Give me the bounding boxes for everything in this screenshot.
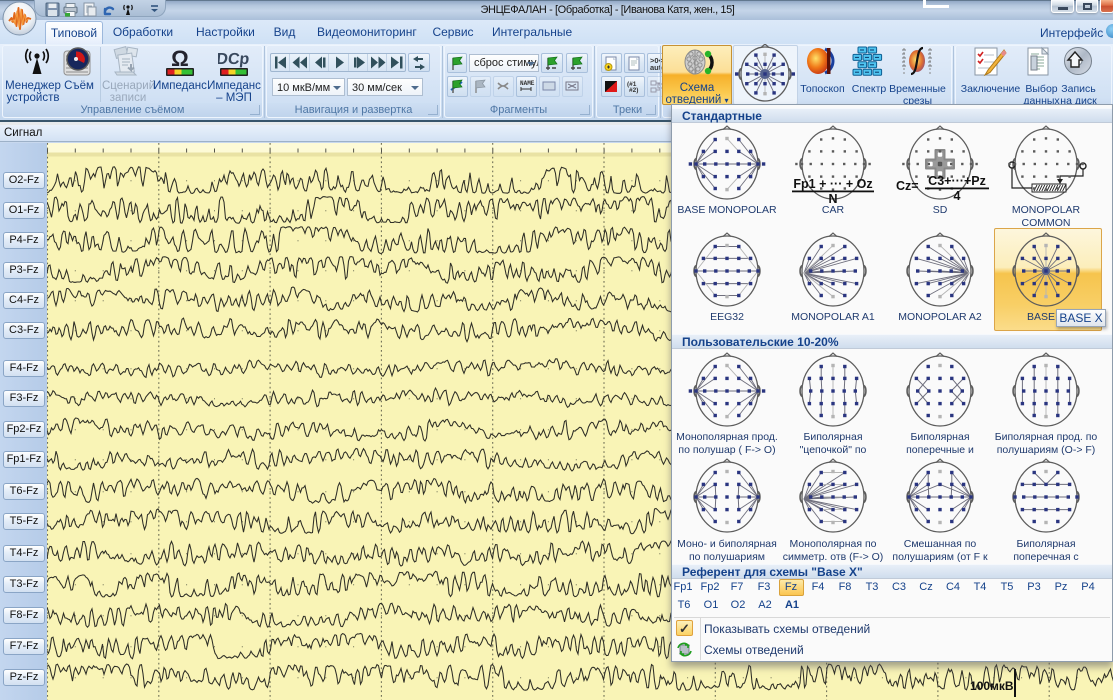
svg-text:#2): #2) [629, 87, 638, 94]
svg-text:DCp: DCp [218, 50, 250, 68]
svg-text:Ω: Ω [171, 48, 189, 71]
svg-text:100мкВ: 100мкВ [970, 679, 1014, 693]
svg-text:NAME: NAME [520, 80, 535, 87]
